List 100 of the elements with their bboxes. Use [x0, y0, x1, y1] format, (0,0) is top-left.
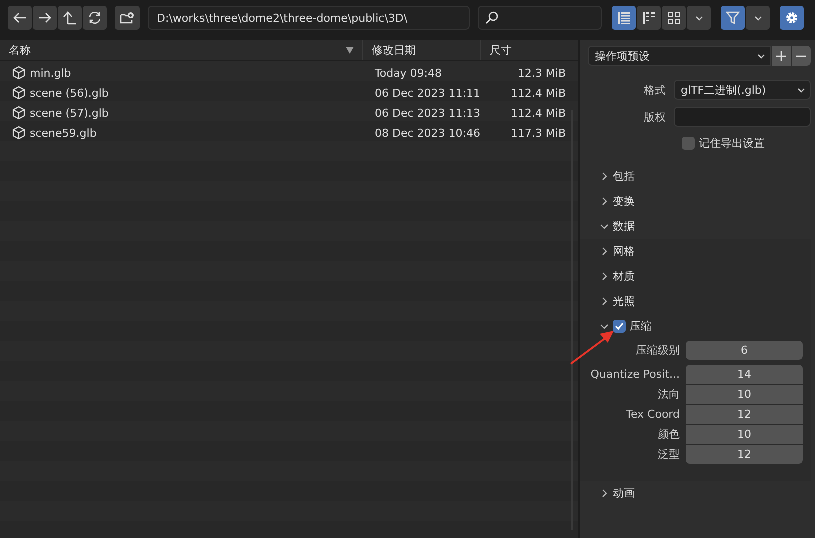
modified-date: 08 Dec 2023 10:46: [375, 126, 480, 140]
file-size: 112.4 MiB: [510, 86, 566, 100]
panel-title: 数据: [613, 219, 635, 234]
cube-icon: [12, 106, 26, 120]
columns-icon: [642, 11, 656, 25]
number-field[interactable]: 6: [686, 341, 803, 360]
thumbnail-view-button[interactable]: [662, 6, 686, 30]
field-label: 压缩级别: [635, 343, 681, 358]
forward-button[interactable]: [33, 6, 57, 30]
panel-title: 光照: [613, 294, 635, 309]
arrow-up-icon: [63, 11, 77, 25]
panel-header[interactable]: 网格: [588, 239, 807, 264]
remove-preset-button[interactable]: [792, 46, 811, 66]
panel-header[interactable]: 变换: [588, 189, 811, 214]
panel-header[interactable]: 数据: [588, 214, 811, 239]
file-name: scene59.glb: [30, 126, 97, 140]
panel-header[interactable]: 压缩: [588, 314, 807, 339]
modified-date: 06 Dec 2023 11:13: [375, 106, 480, 120]
filter-button[interactable]: [721, 6, 745, 30]
file-name: min.glb: [30, 66, 72, 80]
panel-title: 动画: [613, 486, 635, 501]
settings-button[interactable]: [780, 6, 804, 30]
number-field[interactable]: 12: [686, 405, 803, 424]
search-field[interactable]: [478, 6, 602, 30]
chevron-right-icon: [600, 172, 609, 181]
checkbox[interactable]: [682, 136, 695, 150]
number-field[interactable]: 10: [686, 385, 803, 404]
field-label: 版权: [643, 110, 667, 124]
chevron-down-icon: [600, 222, 609, 231]
chevron-right-icon: [600, 489, 609, 498]
panel-title: 变换: [613, 194, 635, 209]
file-size: 117.3 MiB: [510, 126, 566, 140]
caret-icon: [797, 86, 806, 94]
field-label: 法向: [657, 387, 681, 402]
modified-date: Today 09:48: [375, 66, 442, 80]
panel-title: 材质: [613, 269, 635, 284]
new-folder-icon: [120, 11, 135, 25]
annotation-arrow: [570, 328, 616, 366]
modified-date: 06 Dec 2023 11:11: [375, 86, 480, 100]
chevron-right-icon: [600, 197, 609, 206]
caret-icon: [757, 52, 766, 60]
refresh-button[interactable]: [83, 6, 107, 30]
field-label: Tex Coord: [625, 408, 681, 421]
column-header[interactable]: 修改日期: [372, 42, 416, 58]
panel-header[interactable]: 动画: [588, 481, 811, 506]
file-name: scene (56).glb: [30, 86, 109, 100]
cube-icon: [12, 86, 26, 100]
number-field[interactable]: 14: [686, 365, 803, 384]
field-label: Quantize Posit...: [590, 368, 681, 381]
back-button[interactable]: [8, 6, 32, 30]
column-header[interactable]: 尺寸: [490, 42, 512, 58]
file-row[interactable]: min.glb Today 09:48 12.3 MiB: [0, 63, 578, 83]
horizontal-list-view-button[interactable]: [637, 6, 661, 30]
cube-icon: [12, 66, 26, 80]
parent-folder-button[interactable]: [58, 6, 82, 30]
checkmark-icon: [615, 322, 624, 331]
file-row[interactable]: scene (57).glb 06 Dec 2023 11:13 112.4 MiB: [0, 103, 578, 123]
field-label: 泛型: [657, 447, 681, 462]
number-field[interactable]: 10: [686, 425, 803, 444]
chevron-down-icon: [600, 322, 609, 331]
format-dropdown[interactable]: glTF二进制(.glb): [674, 80, 811, 100]
arrow-left-icon: [13, 11, 27, 25]
panel-header[interactable]: 光照: [588, 289, 807, 314]
add-preset-button[interactable]: [772, 46, 791, 66]
field-label: 格式: [643, 82, 667, 98]
file-row[interactable]: scene59.glb 08 Dec 2023 10:46 117.3 MiB: [0, 123, 578, 143]
list-icon: [617, 11, 631, 25]
text-field[interactable]: [674, 107, 811, 127]
caret-icon: [754, 14, 762, 22]
preset-dropdown[interactable]: 操作项预设: [588, 46, 771, 66]
panel-title: 压缩: [630, 319, 652, 334]
settings-icon: [785, 11, 799, 25]
grid-icon: [667, 11, 681, 25]
sort-descending-icon: [346, 46, 354, 54]
search-icon: [485, 11, 499, 25]
panel-header[interactable]: 材质: [588, 264, 807, 289]
panel-header[interactable]: 包括: [588, 164, 811, 189]
checkbox[interactable]: [613, 320, 626, 333]
filter-icon: [726, 11, 740, 25]
panel-title: 网格: [613, 244, 635, 259]
chevron-right-icon: [600, 272, 609, 281]
new-folder-button[interactable]: [115, 6, 140, 30]
field-label: 颜色: [657, 427, 681, 442]
plus-icon: [776, 50, 787, 62]
checkbox-label: 记住导出设置: [699, 136, 765, 150]
panel-title: 包括: [613, 169, 635, 184]
arrow-right-icon: [38, 11, 52, 25]
number-field[interactable]: 12: [686, 445, 803, 464]
refresh-icon: [88, 11, 102, 25]
caret-icon: [694, 14, 704, 22]
file-size: 12.3 MiB: [518, 66, 566, 80]
vertical-list-view-button[interactable]: [612, 6, 636, 30]
file-row[interactable]: scene (56).glb 06 Dec 2023 11:11 112.4 MiB: [0, 83, 578, 103]
path-field[interactable]: D:\works\three\dome2\three-dome\public\3D\: [148, 6, 470, 30]
column-header[interactable]: 名称: [9, 42, 31, 58]
file-size: 112.4 MiB: [510, 106, 566, 120]
cube-icon: [12, 126, 26, 140]
chevron-right-icon: [600, 297, 609, 306]
file-name: scene (57).glb: [30, 106, 109, 120]
chevron-right-icon: [600, 247, 609, 256]
